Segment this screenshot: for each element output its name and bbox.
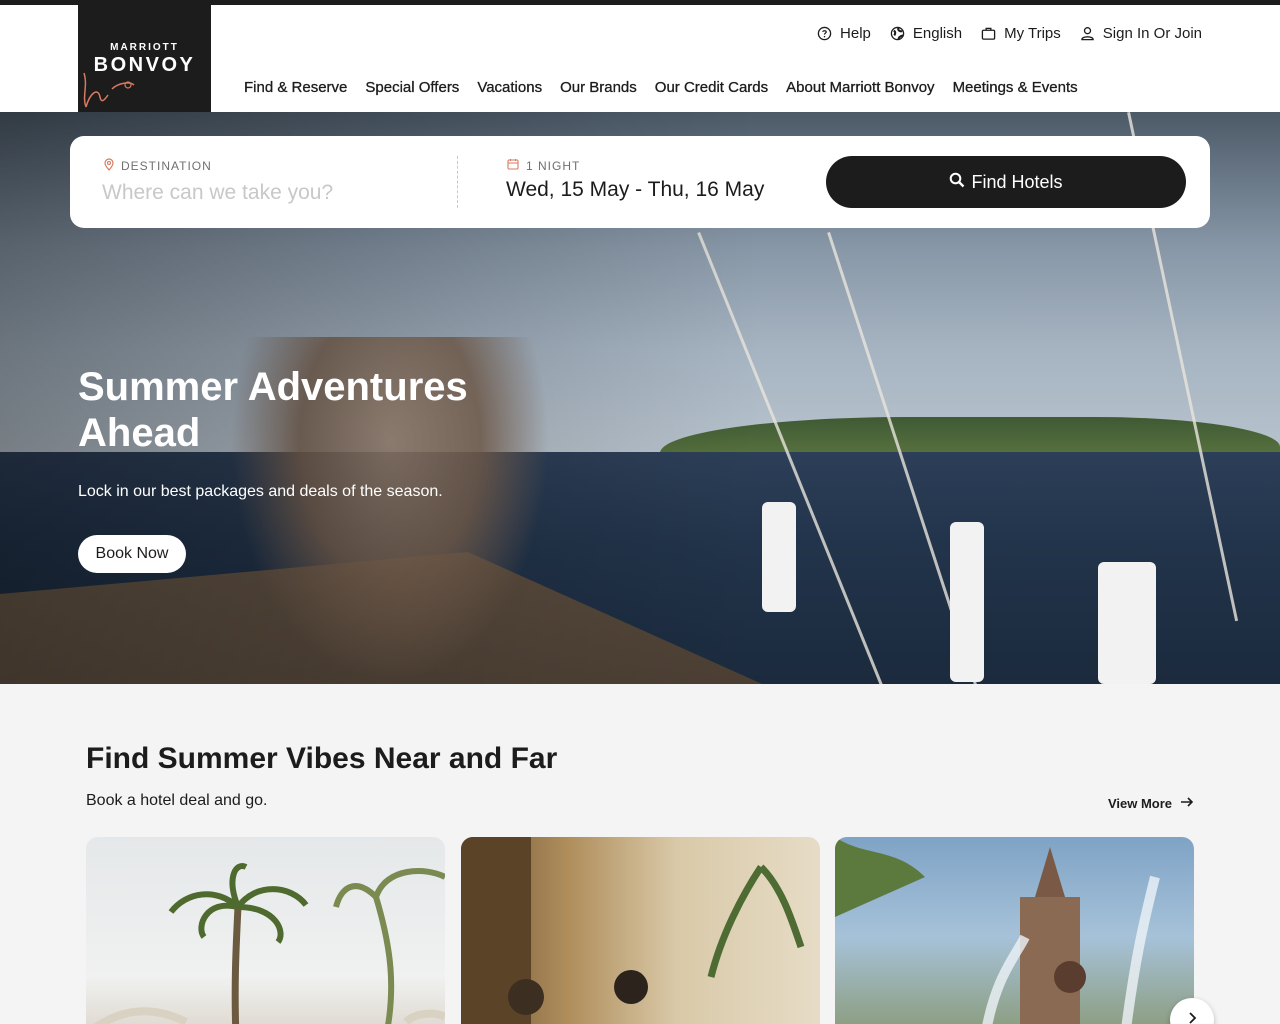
utility-nav: Help English My Trips Sign In Or Join [817,25,1202,42]
help-label: Help [840,25,871,42]
deal-card-beach[interactable] [86,837,445,1024]
hero-fender [950,522,984,682]
main-nav: Find & Reserve Special Offers Vacations … [244,79,1078,96]
logo-script-mark [83,72,135,108]
search-icon [949,172,965,193]
nav-item-about[interactable]: About Marriott Bonvoy [786,79,935,96]
sign-in-link[interactable]: Sign In Or Join [1080,25,1202,42]
calendar-icon [507,158,519,173]
deal-card-lounge[interactable] [461,837,820,1024]
user-icon [1080,26,1095,41]
help-icon [817,26,832,41]
search-divider [457,156,458,208]
language-label: English [912,25,963,42]
site-header: MARRIOTT BONVOY Help English My Trips Si… [0,5,1280,112]
sign-in-label: Sign In Or Join [1102,25,1202,42]
nav-item-vacations[interactable]: Vacations [477,79,542,96]
my-trips-link[interactable]: My Trips [981,25,1061,42]
hero-banner: DESTINATION 1 NIGHT Wed, 15 May - Thu, 1… [0,112,1280,684]
nav-item-meetings-events[interactable]: Meetings & Events [952,79,1077,96]
lounge-people-image [461,837,805,1024]
destination-input[interactable] [102,178,442,208]
nights-label-text: 1 NIGHT [526,158,581,173]
hero-fender [1098,562,1156,684]
destination-label: DESTINATION [104,158,212,174]
hero-title: Summer Adventures Ahead [78,365,468,455]
nav-item-find-reserve[interactable]: Find & Reserve [244,79,348,96]
nav-item-our-brands[interactable]: Our Brands [560,79,637,96]
globe-icon [890,26,905,41]
destination-label-text: DESTINATION [121,159,212,173]
deals-subtitle: Book a hotel deal and go. [86,792,268,809]
location-pin-icon [104,158,114,174]
arrow-right-icon [1180,796,1194,811]
deal-card-fountain[interactable] [835,837,1194,1024]
date-range-picker[interactable]: Wed, 15 May - Thu, 16 May [506,178,764,202]
hero-subtitle: Lock in our best packages and deals of t… [78,483,443,500]
chevron-right-icon [1187,1011,1197,1024]
deals-section: Find Summer Vibes Near and Far Book a ho… [0,684,1280,1024]
marriott-bonvoy-logo[interactable]: MARRIOTT BONVOY [78,5,211,112]
nav-item-special-offers[interactable]: Special Offers [365,79,459,96]
nights-label: 1 NIGHT [507,158,580,173]
hero-fender [762,502,796,612]
find-hotels-button[interactable]: Find Hotels [826,156,1186,208]
view-more-link[interactable]: View More [1108,796,1194,811]
suitcase-icon [981,26,996,41]
deals-title: Find Summer Vibes Near and Far [86,742,558,775]
book-now-button[interactable]: Book Now [78,535,186,573]
logo-marriott-text: MARRIOTT [110,42,179,53]
my-trips-label: My Trips [1004,25,1061,42]
help-link[interactable]: Help [817,25,871,42]
fountain-city-image [835,837,1160,1024]
palm-tree-image [93,863,445,1024]
find-hotels-label: Find Hotels [971,171,1063,192]
nav-item-credit-cards[interactable]: Our Credit Cards [655,79,769,96]
hotel-search-form: DESTINATION 1 NIGHT Wed, 15 May - Thu, 1… [70,136,1210,228]
view-more-label: View More [1107,796,1172,811]
language-selector[interactable]: English [890,25,962,42]
